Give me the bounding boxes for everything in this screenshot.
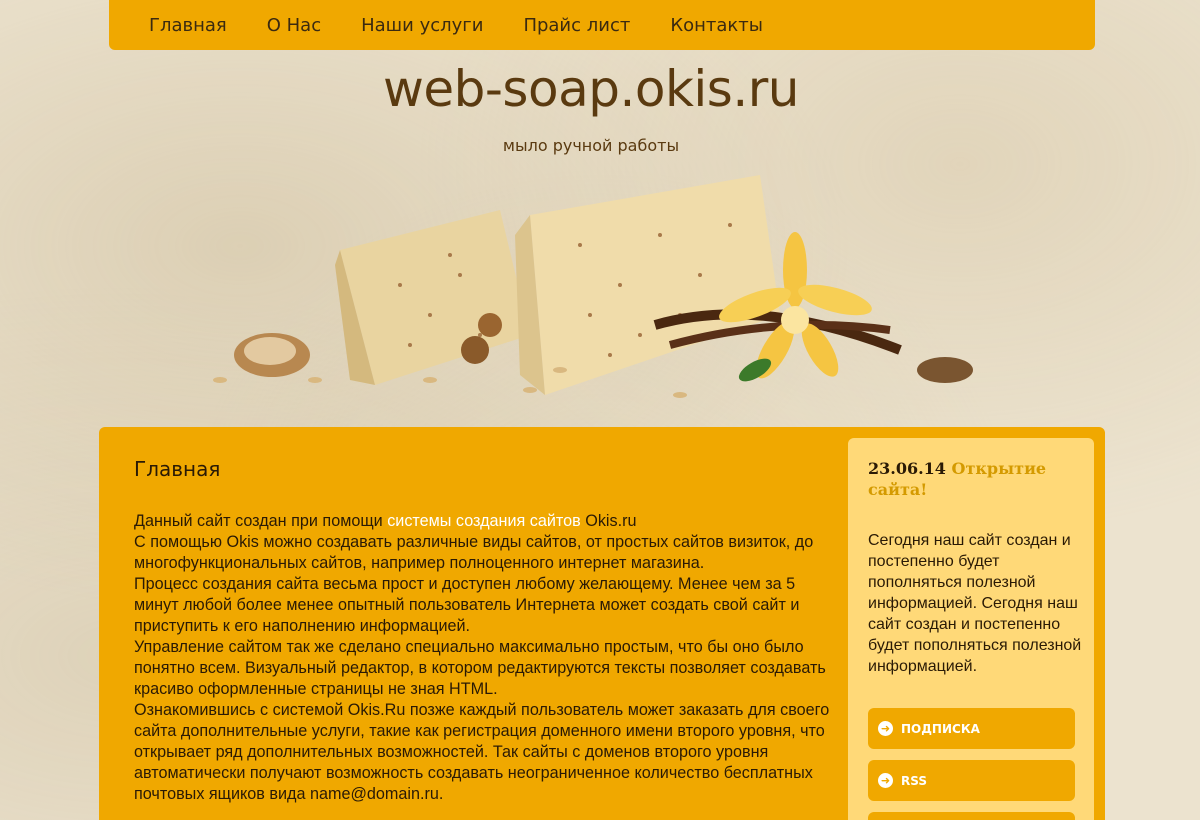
paragraph-2: С помощью Okis можно создавать различные…: [134, 533, 814, 572]
sidebar-button-partial[interactable]: [868, 812, 1075, 820]
arrow-right-icon: ➜: [878, 773, 893, 788]
site-subtitle: мыло ручной работы: [502, 136, 680, 155]
nav-item-home[interactable]: Главная: [129, 15, 247, 36]
arrow-right-icon: ➜: [878, 721, 893, 736]
subscribe-label: ПОДПИСКА: [901, 721, 980, 736]
rss-button[interactable]: ➜ RSS: [868, 760, 1075, 801]
main-panel: Главная Данный сайт создан при помощи си…: [99, 427, 1105, 820]
paragraph-1-text: Данный сайт создан при помощи: [134, 512, 388, 530]
rss-label: RSS: [901, 773, 927, 788]
paragraph-1-suffix: Okis.ru: [580, 512, 637, 530]
main-content: Главная Данный сайт создан при помощи си…: [134, 457, 834, 805]
page-heading: Главная: [134, 457, 221, 481]
top-navigation: Главная О Нас Наши услуги Прайс лист Кон…: [109, 0, 1095, 50]
nav-item-pricelist[interactable]: Прайс лист: [503, 15, 650, 36]
subscribe-button[interactable]: ➜ ПОДПИСКА: [868, 708, 1075, 749]
nav-item-about[interactable]: О Нас: [247, 15, 341, 36]
hero-soap-image: [213, 175, 973, 398]
soap-block-right: [530, 175, 780, 395]
news-date: 23.06.14: [868, 459, 946, 478]
paragraph-5: Ознакомившись с системой Okis.Ru позже к…: [134, 701, 830, 803]
hazelnut: [461, 336, 489, 364]
nut-shell-right: [917, 357, 973, 383]
content-text: Данный сайт создан при помощи системы со…: [134, 511, 834, 805]
paragraph-4: Управление сайтом так же сделано специал…: [134, 638, 826, 698]
sidebar: 23.06.14 Открытие сайта! Сегодня наш сай…: [848, 438, 1094, 820]
news-headline: 23.06.14 Открытие сайта!: [868, 458, 1078, 500]
nav-item-services[interactable]: Наши услуги: [341, 15, 503, 36]
news-body: Сегодня наш сайт создан и постепенно буд…: [868, 532, 1082, 675]
paragraph-3: Процесс создания сайта весьма прост и до…: [134, 575, 800, 635]
soap-block-left: [340, 210, 530, 385]
site-builder-link[interactable]: системы создания сайтов: [387, 512, 581, 530]
nav-item-contacts[interactable]: Контакты: [650, 15, 783, 36]
site-title: web-soap.okis.ru: [383, 60, 799, 118]
